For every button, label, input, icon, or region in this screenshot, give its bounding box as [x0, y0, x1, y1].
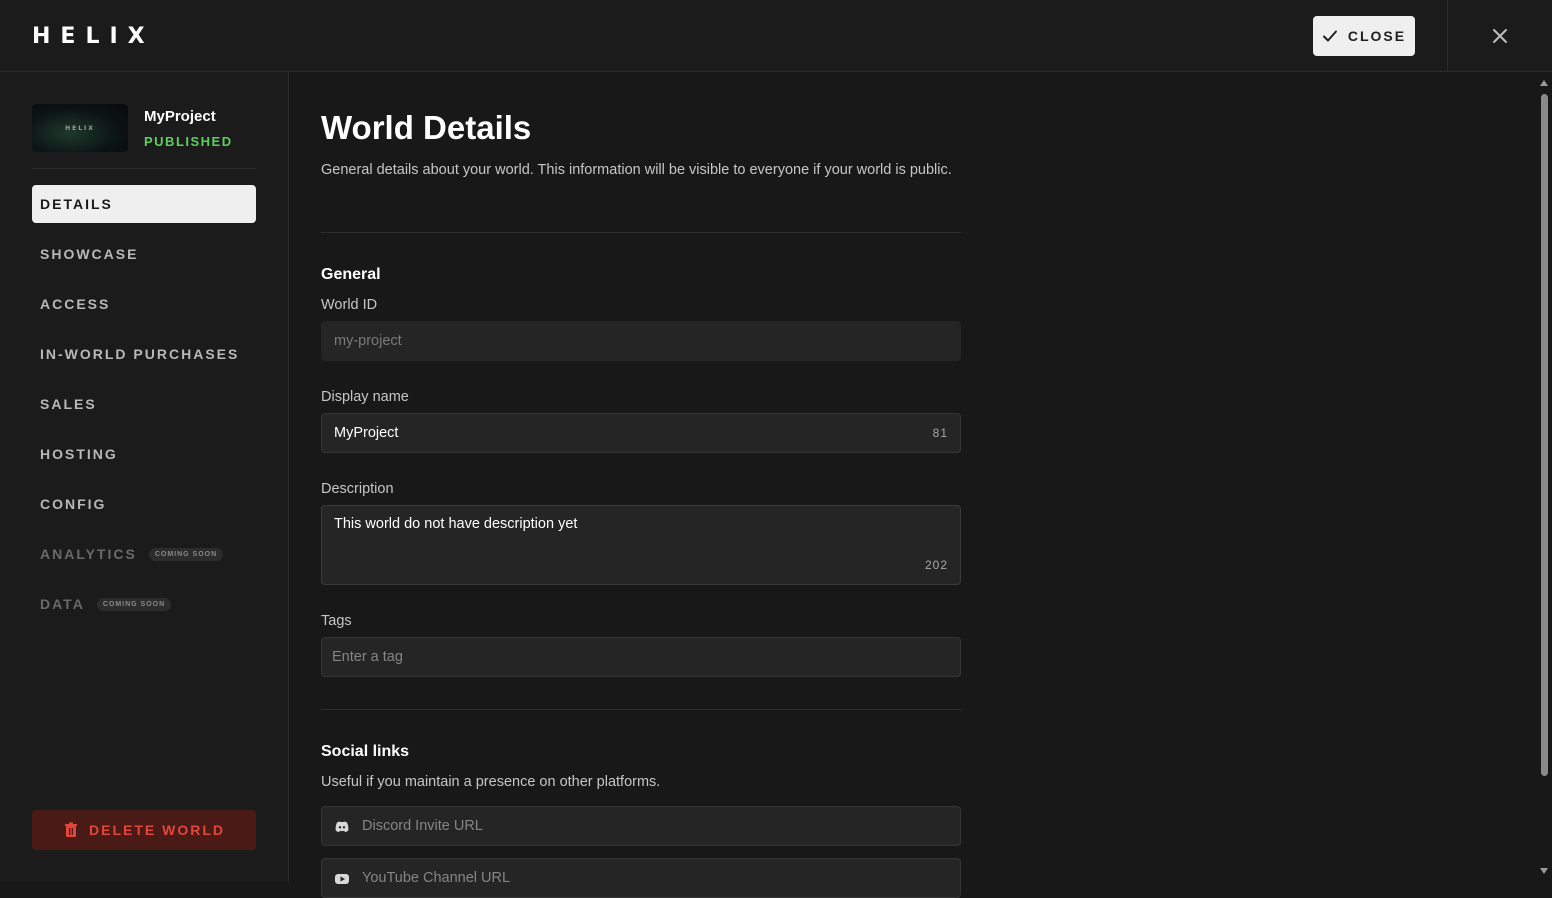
scrollbar[interactable] [1537, 72, 1552, 882]
display-name-counter: 81 [932, 426, 948, 440]
description-value: This world do not have description yet [334, 516, 578, 532]
sidebar-item-label: SALES [40, 396, 97, 412]
sidebar-item-access[interactable]: ACCESS [32, 285, 256, 323]
sidebar-item-data: DATA COMING SOON [32, 585, 256, 623]
project-card: HELIX MyProject PUBLISHED [32, 104, 256, 168]
general-section-title: General [321, 266, 381, 283]
social-section-subtitle: Useful if you maintain a presence on oth… [321, 774, 661, 790]
helix-logo: HELIX [32, 23, 155, 49]
sidebar-item-in-world-purchases[interactable]: IN-WORLD PURCHASES [32, 335, 256, 373]
youtube-url-input[interactable]: YouTube Channel URL [321, 858, 961, 898]
description-counter: 202 [924, 558, 948, 572]
sidebar-item-label: DETAILS [40, 196, 113, 212]
discord-icon [335, 821, 349, 833]
close-button[interactable]: CLOSE [1313, 16, 1415, 56]
sidebar-item-label: IN-WORLD PURCHASES [40, 346, 240, 362]
description-label: Description [321, 481, 394, 497]
check-icon [1322, 30, 1337, 42]
world-id-field: my-project [321, 321, 961, 361]
sidebar-item-label: DATA [40, 596, 85, 612]
world-id-value: my-project [334, 333, 402, 349]
sidebar-item-sales[interactable]: SALES [32, 385, 256, 423]
section-divider [321, 709, 961, 710]
coming-soon-badge: COMING SOON [148, 547, 224, 561]
sidebar-divider [32, 168, 256, 169]
page-subtitle: General details about your world. This i… [321, 162, 952, 178]
trash-icon [65, 822, 77, 837]
page-title: World Details [321, 109, 532, 146]
header-divider [1447, 0, 1448, 72]
tags-placeholder: Enter a tag [332, 649, 403, 665]
project-status: PUBLISHED [144, 134, 233, 149]
close-button-label: CLOSE [1347, 28, 1407, 44]
scroll-thumb[interactable] [1541, 94, 1548, 776]
sidebar-item-label: ACCESS [40, 296, 111, 312]
project-thumbnail: HELIX [32, 104, 128, 152]
main-content: World Details General details about your… [289, 72, 1537, 898]
project-name: MyProject [144, 108, 216, 125]
sidebar-item-details[interactable]: DETAILS [32, 185, 256, 223]
logo-text: HELIX [32, 23, 155, 49]
dismiss-button[interactable] [1484, 20, 1516, 52]
sidebar-item-label: SHOWCASE [40, 246, 139, 262]
sidebar-item-label: CONFIG [40, 496, 107, 512]
sidebar-item-config[interactable]: CONFIG [32, 485, 256, 523]
coming-soon-badge: COMING SOON [96, 597, 172, 611]
youtube-icon [335, 874, 349, 884]
youtube-placeholder: YouTube Channel URL [362, 870, 511, 886]
discord-placeholder: Discord Invite URL [362, 818, 483, 834]
delete-world-label: DELETE WORLD [89, 822, 225, 838]
description-field[interactable]: This world do not have description yet 2… [321, 505, 961, 585]
delete-world-button[interactable]: DELETE WORLD [32, 810, 256, 850]
sidebar-item-label: HOSTING [40, 446, 118, 462]
scroll-down-arrow[interactable] [1540, 868, 1548, 874]
sidebar-item-hosting[interactable]: HOSTING [32, 435, 256, 473]
social-section-title: Social links [321, 743, 410, 760]
top-bar: HELIX CLOSE [0, 0, 1552, 72]
sidebar-item-label: ANALYTICS [40, 546, 137, 562]
display-name-value: MyProject [334, 425, 399, 441]
tags-input[interactable]: Enter a tag [321, 637, 961, 677]
thumbnail-logo-text: HELIX [65, 124, 95, 132]
display-name-field[interactable]: MyProject 81 [321, 413, 961, 453]
sidebar-item-showcase[interactable]: SHOWCASE [32, 235, 256, 273]
sidebar-item-analytics: ANALYTICS COMING SOON [32, 535, 256, 573]
world-id-label: World ID [321, 297, 378, 313]
sidebar: HELIX MyProject PUBLISHED DETAILS SHOWCA… [0, 72, 289, 882]
section-divider [321, 232, 961, 233]
x-icon [1493, 29, 1507, 43]
display-name-label: Display name [321, 389, 409, 405]
discord-url-input[interactable]: Discord Invite URL [321, 806, 961, 846]
tags-label: Tags [321, 613, 352, 629]
scroll-up-arrow[interactable] [1540, 80, 1548, 86]
